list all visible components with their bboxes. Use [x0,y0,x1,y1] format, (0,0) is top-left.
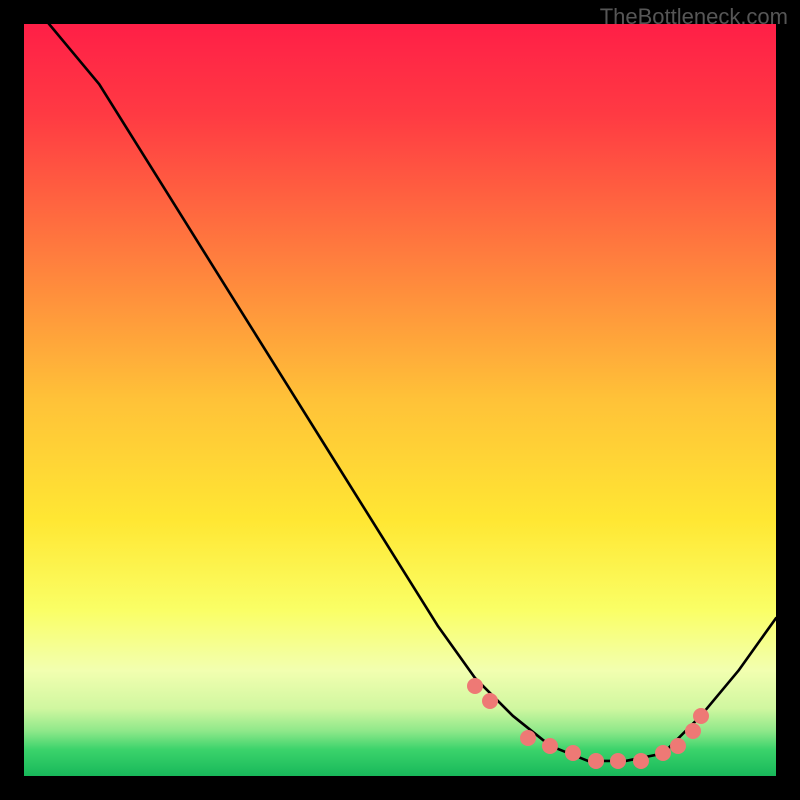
chart-dot [542,738,558,754]
chart-dot [565,745,581,761]
chart-dot [693,708,709,724]
chart-dot [520,730,536,746]
plot-area [24,24,776,776]
chart-dot [588,753,604,769]
chart-dot [655,745,671,761]
chart-dot [610,753,626,769]
chart-dot [482,693,498,709]
watermark-text: TheBottleneck.com [600,4,788,30]
chart-dot [670,738,686,754]
chart-curve [24,24,776,776]
chart-dot [467,678,483,694]
chart-dot [685,723,701,739]
chart-dot [633,753,649,769]
